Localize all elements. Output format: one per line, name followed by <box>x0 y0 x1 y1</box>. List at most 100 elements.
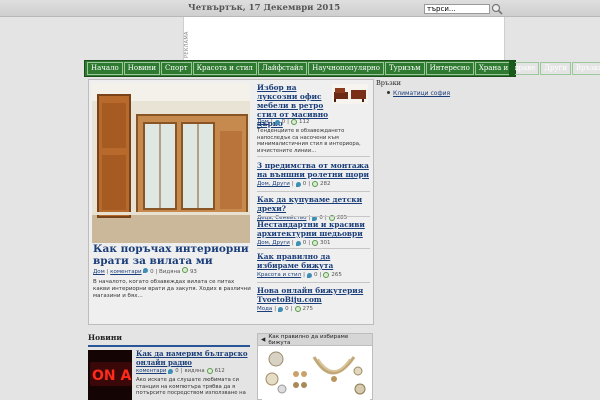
nav-item-home[interactable]: Начало <box>87 62 123 75</box>
svg-text:ON AI: ON AI <box>92 368 132 384</box>
list-item: 3 предимства от монтажа на външни ролетн… <box>257 161 370 187</box>
featured-excerpt: В началото, когато обзавеждах вилата се … <box>93 279 251 299</box>
news-title[interactable]: Как да намерим българско онлайн радио <box>136 349 252 367</box>
list-item: Нова онлайн бижутерия TvoetoBiju.com Мод… <box>257 286 370 312</box>
bullet-icon <box>387 91 390 94</box>
news-views-label: видяна <box>184 368 205 374</box>
meta-separator: | <box>106 269 109 275</box>
divider <box>257 191 370 192</box>
search-icon[interactable] <box>491 3 503 15</box>
views-icon <box>323 272 330 278</box>
post-title[interactable]: 3 предимства от монтажа на външни ролетн… <box>257 161 370 179</box>
post-category-link[interactable]: Дом <box>257 119 269 125</box>
sidebar-heading: Връзки <box>376 79 402 87</box>
featured-category-link[interactable]: Дом <box>93 269 105 275</box>
main-nav: Начало Новини Спорт Красота и стил Лайфс… <box>84 60 600 77</box>
news-comment-count: 0 <box>175 368 179 374</box>
sidebar-link[interactable]: Климатици софия <box>393 90 450 97</box>
jewelry-image[interactable] <box>262 349 370 400</box>
meta-separator: | <box>291 240 294 246</box>
view-count: 275 <box>302 306 314 312</box>
comment-icon <box>295 181 301 187</box>
divider <box>257 216 370 217</box>
meta-separator: | <box>319 272 322 278</box>
list-item: Нестандартни и красиви архитектурни шедь… <box>257 220 370 246</box>
post-title[interactable]: Нова онлайн бижутерия TvoetoBiju.com <box>257 286 370 304</box>
views-icon <box>206 368 213 374</box>
post-category-link[interactable]: Мода <box>257 306 272 312</box>
meta-separator: | <box>274 306 277 312</box>
featured-comments-link[interactable]: коментари <box>110 269 141 275</box>
comment-icon <box>306 272 312 278</box>
views-icon <box>182 267 189 273</box>
meta-separator: | <box>270 119 273 125</box>
meta-separator: | <box>155 269 158 275</box>
comment-count: 0 <box>313 272 318 278</box>
jewelry-widget-header[interactable]: ◀ Как правилно да избираме бижута <box>257 333 373 346</box>
nav-item-other[interactable]: Други <box>540 62 571 75</box>
news-excerpt: Ако искате да слушате любимата си станци… <box>136 377 246 397</box>
meta-separator: | <box>308 181 311 187</box>
search-input[interactable] <box>424 4 490 14</box>
featured-meta: Дом | коментари 0 | Видяна 93 <box>93 267 253 275</box>
nav-item-contact[interactable]: Връзка с нас <box>571 62 600 75</box>
view-count: 282 <box>320 181 331 187</box>
view-count: 112 <box>299 119 310 125</box>
views-icon <box>294 306 301 312</box>
views-icon <box>312 181 319 187</box>
meta-separator: | <box>287 119 290 125</box>
news-meta: коментари 0 | видяна 612 <box>136 368 225 374</box>
list-item: Как правилно да избираме бижута Красота … <box>257 252 370 278</box>
divider <box>257 156 370 157</box>
nav-item-sport[interactable]: Спорт <box>161 62 192 75</box>
comment-count: 0 <box>285 306 289 312</box>
views-icon <box>291 119 298 125</box>
nav-item-beauty[interactable]: Красота и стил <box>192 62 257 75</box>
nav-item-tourism[interactable]: Туризъм <box>384 62 425 75</box>
featured-comment-count: 0 <box>150 269 154 275</box>
nav-item-interesting[interactable]: Интересно <box>425 62 474 75</box>
nav-item-science[interactable]: Научнопопулярно <box>308 62 384 75</box>
post-title[interactable]: Как да купуваме детски дрехи? <box>257 195 370 213</box>
arrow-icon: ◀ <box>261 336 266 343</box>
meta-separator: | <box>290 306 293 312</box>
nav-item-lifestyle[interactable]: Лайфстайл <box>257 62 308 75</box>
view-count: 301 <box>320 240 331 246</box>
comment-icon <box>295 240 301 246</box>
comment-icon <box>168 368 174 374</box>
post-category-link[interactable]: Дом, Други <box>257 181 290 187</box>
current-date: Четвъртък, 17 Декември 2015 <box>188 3 341 13</box>
comment-count: 0 <box>302 240 307 246</box>
divider <box>257 282 370 283</box>
jewelry-widget-title: Как правилно да избираме бижута <box>268 333 349 346</box>
on-air-image[interactable]: ON AI <box>88 350 132 400</box>
featured-views-label: Видяна <box>159 269 181 275</box>
nav-item-news[interactable]: Новини <box>123 62 161 75</box>
post-category-link[interactable]: Дом, Други <box>257 240 290 246</box>
post-category-link[interactable]: Красота и стил <box>257 272 301 278</box>
featured-view-count: 93 <box>189 269 197 275</box>
comment-icon <box>143 268 149 273</box>
comment-icon <box>278 306 284 312</box>
post-thumbnail[interactable] <box>332 84 368 104</box>
comment-count: 0 <box>281 119 286 125</box>
post-title[interactable]: Нестандартни и красиви архитектурни шедь… <box>257 220 370 238</box>
featured-image[interactable] <box>92 83 250 243</box>
divider <box>257 248 370 249</box>
ad-banner[interactable] <box>183 17 505 61</box>
featured-title[interactable]: Как поръчах интериорни врати за вилата м… <box>93 243 253 267</box>
views-icon <box>312 240 319 246</box>
news-heading: Новини <box>88 333 250 347</box>
comment-count: 0 <box>302 181 307 187</box>
news-view-count: 612 <box>214 368 225 374</box>
meta-separator: | <box>308 240 311 246</box>
meta-separator: | <box>303 272 305 278</box>
meta-separator: | <box>180 368 183 374</box>
post-title[interactable]: Как правилно да избираме бижута <box>257 252 370 270</box>
nav-end-cap <box>509 61 515 76</box>
nav-item-food-health[interactable]: Храна и здраве <box>474 62 540 75</box>
list-item: Как да купуваме детски дрехи? Деца, Семе… <box>257 195 370 221</box>
view-count: 265 <box>331 272 342 278</box>
news-comments-link[interactable]: коментари <box>136 368 166 374</box>
meta-separator: | <box>291 181 294 187</box>
